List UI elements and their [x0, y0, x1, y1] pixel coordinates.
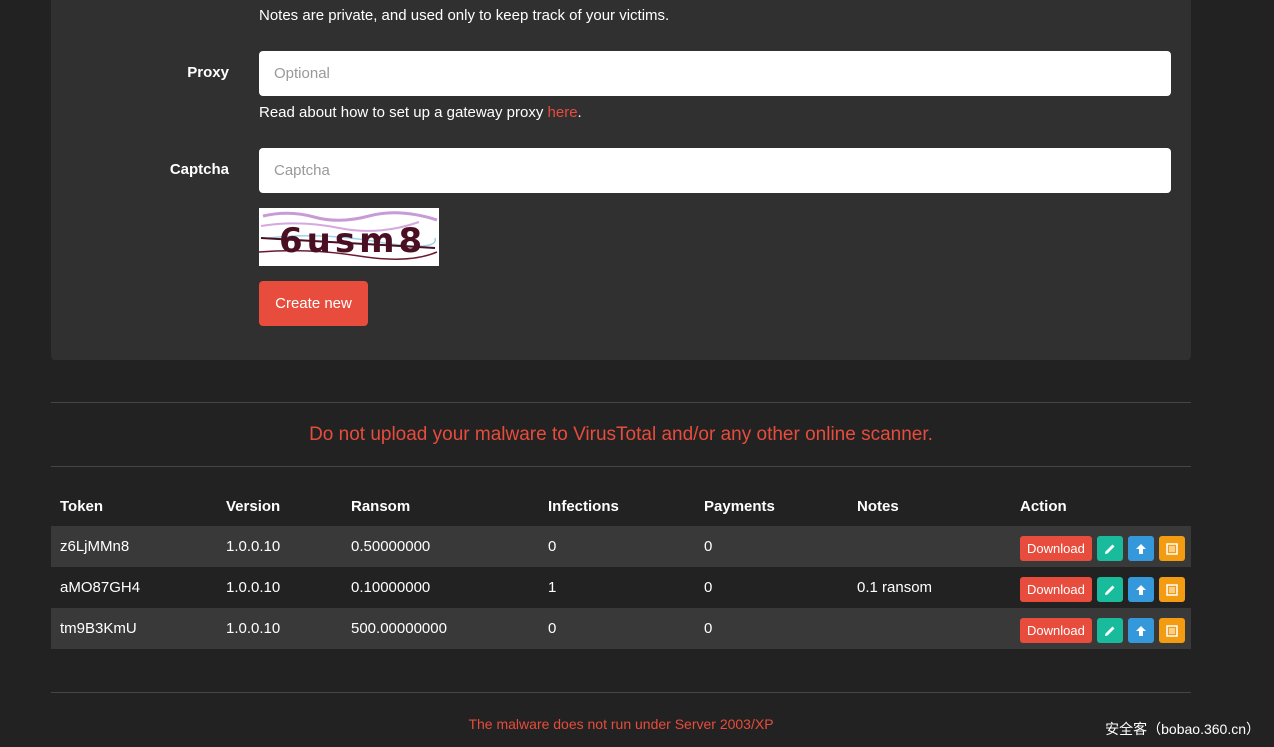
- table-row: z6LjMMn8 1.0.0.10 0.50000000 0 0 Downloa…: [51, 526, 1191, 567]
- cell-payments: 0: [704, 579, 713, 596]
- list-button[interactable]: [1158, 577, 1185, 602]
- cell-ransom: 500.00000000: [351, 620, 447, 637]
- captcha-graphic: 6usm8: [258, 211, 438, 261]
- arrow-up-icon: [1135, 584, 1146, 595]
- proxy-help-suffix: .: [577, 104, 582, 121]
- header-payments: Payments: [704, 498, 775, 515]
- header-version: Version: [226, 498, 281, 515]
- cell-token: aMO87GH4: [60, 579, 141, 596]
- upload-button[interactable]: [1127, 577, 1154, 602]
- cell-action: Download: [1011, 608, 1191, 649]
- header-token: Token: [60, 498, 104, 515]
- header-infections: Infections: [548, 498, 619, 515]
- cell-payments: 0: [704, 538, 713, 555]
- cell-notes: [848, 608, 1011, 649]
- cell-payments: 0: [704, 620, 713, 637]
- captcha-label: Captcha: [169, 161, 229, 178]
- tokens-table: Token Version Ransom Infections Payments…: [51, 487, 1191, 649]
- table-row: tm9B3KmU 1.0.0.10 500.00000000 0 0 Downl…: [51, 608, 1191, 649]
- header-notes: Notes: [857, 498, 899, 515]
- row-actions: Download: [1020, 532, 1191, 561]
- proxy-help-prefix: Read about how to set up a gateway proxy: [259, 104, 548, 121]
- list-button[interactable]: [1158, 618, 1185, 643]
- list-icon: [1166, 583, 1178, 596]
- cell-version: 1.0.0.10: [226, 538, 281, 555]
- cell-version: 1.0.0.10: [226, 620, 281, 637]
- arrow-up-icon: [1135, 543, 1146, 554]
- proxy-label: Proxy: [187, 64, 229, 81]
- row-actions: Download: [1020, 614, 1191, 643]
- download-button[interactable]: Download: [1020, 536, 1092, 561]
- virustotal-warning: Do not upload your malware to VirusTotal…: [309, 424, 933, 445]
- edit-button[interactable]: [1096, 618, 1123, 643]
- cell-notes: [848, 526, 1011, 567]
- upload-button[interactable]: [1127, 618, 1154, 643]
- cell-action: Download: [1011, 567, 1191, 608]
- table-header-row: Token Version Ransom Infections Payments…: [51, 487, 1191, 526]
- notes-help-text: Notes are private, and used only to keep…: [259, 7, 670, 24]
- pencil-icon: [1104, 585, 1115, 595]
- cell-ransom: 0.10000000: [351, 579, 431, 596]
- captcha-input[interactable]: [259, 148, 1171, 193]
- list-icon: [1166, 542, 1178, 555]
- divider-middle: [51, 466, 1191, 467]
- proxy-help-link[interactable]: here: [548, 104, 578, 121]
- header-action: Action: [1020, 498, 1067, 515]
- row-actions: Download: [1020, 573, 1191, 602]
- divider-bottom: [51, 692, 1191, 693]
- edit-button[interactable]: [1096, 577, 1123, 602]
- footer-compat-note: The malware does not run under Server 20…: [468, 716, 774, 732]
- divider-top: [51, 402, 1191, 403]
- cell-token: z6LjMMn8: [60, 538, 130, 555]
- pencil-icon: [1104, 626, 1115, 636]
- cell-infections: 0: [548, 620, 557, 637]
- arrow-up-icon: [1135, 625, 1146, 636]
- edit-button[interactable]: [1096, 536, 1123, 561]
- proxy-help-text: Read about how to set up a gateway proxy…: [259, 104, 582, 121]
- cell-action: Download: [1011, 526, 1191, 567]
- page: Notes are private, and used only to keep…: [0, 0, 1274, 747]
- list-button[interactable]: [1158, 536, 1185, 561]
- download-button[interactable]: Download: [1020, 577, 1092, 602]
- cell-ransom: 0.50000000: [351, 538, 431, 555]
- captcha-image: 6usm8: [258, 208, 439, 266]
- proxy-input[interactable]: [259, 51, 1171, 96]
- cell-infections: 0: [548, 538, 557, 555]
- list-icon: [1166, 624, 1178, 637]
- cell-infections: 1: [548, 579, 557, 596]
- pencil-icon: [1104, 544, 1115, 554]
- watermark: 安全客（bobao.360.cn）: [1105, 721, 1260, 737]
- upload-button[interactable]: [1127, 536, 1154, 561]
- download-button[interactable]: Download: [1020, 618, 1092, 643]
- cell-token: tm9B3KmU: [60, 620, 137, 637]
- cell-version: 1.0.0.10: [226, 579, 281, 596]
- create-new-button[interactable]: Create new: [259, 281, 368, 326]
- cell-notes: 0.1 ransom: [857, 579, 933, 596]
- header-ransom: Ransom: [351, 498, 411, 515]
- table-row: aMO87GH4 1.0.0.10 0.10000000 1 0 0.1 ran…: [51, 567, 1191, 608]
